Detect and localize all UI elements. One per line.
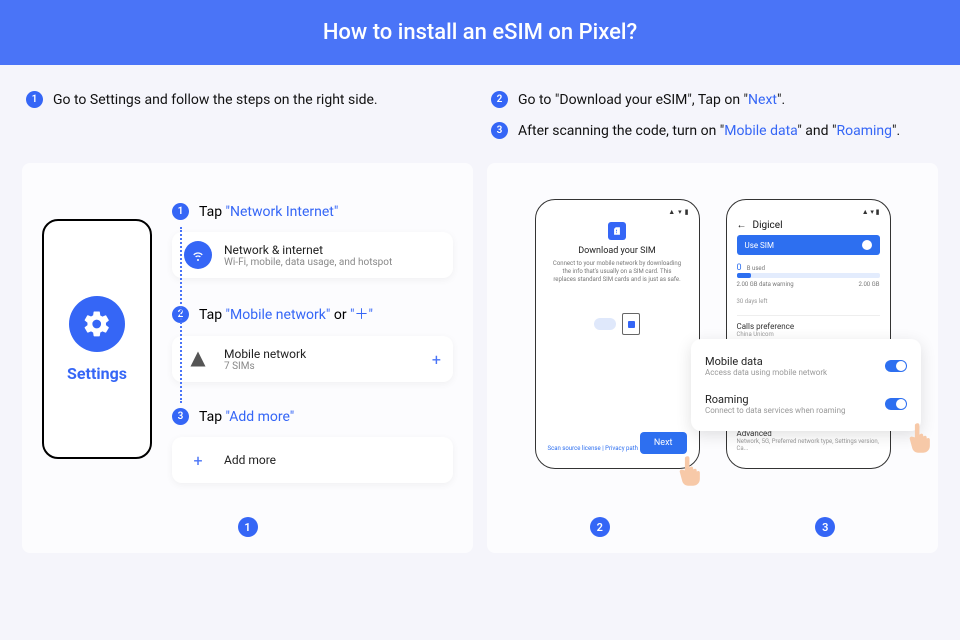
step1-badge: 1 — [172, 203, 189, 220]
step-badge-2: 2 — [491, 91, 508, 108]
status-right: ▲ ▾ ▮ — [862, 208, 880, 216]
panels-row: Settings 1 Tap "Network Internet" — [0, 153, 960, 553]
plus-icon[interactable]: + — [432, 350, 441, 369]
add-icon: + — [184, 446, 212, 474]
step1-text: Tap "Network Internet" — [199, 204, 338, 220]
mobile-network-card[interactable]: Mobile network 7 SIMs + — [172, 336, 453, 382]
panel-right-content: ▲ ▾ ▮ Download your SIM Connect to your … — [507, 199, 918, 469]
right-footer-badges: 2 3 — [487, 517, 938, 537]
carrier-name: Digicel — [753, 220, 783, 231]
use-sim-row[interactable]: Use SIM — [737, 235, 880, 255]
mobile-data-toggle[interactable] — [885, 360, 907, 372]
card3-title: Add more — [224, 453, 276, 467]
hand-pointer-icon-2 — [905, 421, 935, 455]
instructions-row: 1 Go to Settings and follow the steps on… — [0, 65, 960, 153]
signal-icon — [184, 345, 212, 373]
wifi-icon — [184, 241, 212, 269]
mobile-data-row[interactable]: Mobile data Access data using mobile net… — [705, 349, 907, 383]
battery-mini-icon: ▮ — [685, 208, 689, 216]
roaming-link: Roaming — [836, 123, 892, 139]
sim-icon — [608, 222, 626, 240]
instructions-right: 2 Go to "Download your eSIM", Tap on "Ne… — [491, 77, 934, 153]
step-badge-3: 3 — [491, 122, 508, 139]
cloud-icon — [594, 318, 616, 330]
step3-badge: 3 — [172, 408, 189, 425]
panel-left: Settings 1 Tap "Network Internet" — [22, 163, 473, 553]
roaming-sub: Connect to data services when roaming — [705, 406, 846, 415]
qr-illustration — [546, 313, 689, 335]
instr3-mid: " and " — [797, 123, 836, 139]
instr3-suffix: ". — [892, 123, 900, 139]
instruction-2-text: Go to "Download your eSIM", Tap on "Next… — [518, 92, 785, 108]
usage-bar — [737, 273, 880, 278]
gear-icon — [69, 296, 125, 352]
use-sim-toggle-icon — [862, 240, 872, 250]
footer-badge-2: 2 — [590, 517, 610, 537]
network-internet-card[interactable]: Network & internet Wi-Fi, mobile, data u… — [172, 232, 453, 278]
use-sim-label: Use SIM — [745, 241, 774, 250]
add-more-card[interactable]: + Add more — [172, 437, 453, 483]
panel-left-content: Settings 1 Tap "Network Internet" — [42, 183, 453, 483]
step2-title: 2 Tap "Mobile network" or "＋" — [172, 304, 453, 324]
download-sim-desc: Connect to your mobile network by downlo… — [546, 260, 689, 283]
network-internet-text: Network & internet Wi-Fi, mobile, data u… — [224, 243, 392, 268]
signal-mini-icon: ▲ — [668, 208, 675, 216]
footer-badge-3: 3 — [815, 517, 835, 537]
download-sim-title: Download your SIM — [546, 246, 689, 256]
days-left: 30 days left — [737, 298, 880, 305]
card1-title: Network & internet — [224, 243, 392, 257]
instructions-left: 1 Go to Settings and follow the steps on… — [26, 77, 469, 153]
left-footer-badges: 1 — [22, 517, 473, 537]
roaming-row[interactable]: Roaming Connect to data services when ro… — [705, 387, 907, 421]
mobile-network-left: Mobile network 7 SIMs — [184, 345, 306, 373]
instr3-prefix: After scanning the code, turn on " — [518, 123, 724, 139]
mobile-data-text: Mobile data Access data using mobile net… — [705, 355, 827, 377]
banner-title: How to install an eSIM on Pixel? — [323, 20, 637, 45]
mobile-data-title: Mobile data — [705, 355, 827, 368]
mobile-data-link: Mobile data — [724, 123, 797, 139]
page-banner: How to install an eSIM on Pixel? — [0, 0, 960, 65]
footer-badge-1: 1 — [238, 517, 258, 537]
card2-sub: 7 SIMs — [224, 361, 306, 372]
settings-phone: Settings — [42, 219, 152, 459]
next-link: Next — [748, 92, 777, 108]
step-badge-1: 1 — [26, 91, 43, 108]
instruction-3: 3 After scanning the code, turn on "Mobi… — [491, 122, 934, 139]
hand-pointer-icon — [675, 454, 705, 488]
step3-text: Tap "Add more" — [199, 409, 294, 425]
mobile-network-text: Mobile network 7 SIMs — [224, 347, 306, 372]
steps-column: 1 Tap "Network Internet" Network & inter… — [172, 183, 453, 483]
data-used: 0 B used — [737, 263, 880, 273]
wifi-mini-icon: ▾ — [678, 208, 682, 216]
instruction-1: 1 Go to Settings and follow the steps on… — [26, 91, 469, 108]
roaming-title: Roaming — [705, 393, 846, 406]
instruction-2: 2 Go to "Download your eSIM", Tap on "Ne… — [491, 91, 934, 108]
status-bar-1: ▲ ▾ ▮ — [546, 208, 689, 216]
instruction-3-text: After scanning the code, turn on "Mobile… — [518, 123, 900, 139]
next-button[interactable]: Next — [640, 432, 687, 454]
step3-title: 3 Tap "Add more" — [172, 408, 453, 425]
mobile-data-sub: Access data using mobile network — [705, 368, 827, 377]
status-bar-2: ▲ ▾ ▮ — [737, 208, 880, 216]
usage-labels: 2.00 GB data warning 2.00 GB — [737, 281, 880, 288]
step2-text: Tap "Mobile network" or "＋" — [199, 304, 373, 324]
instruction-1-text: Go to Settings and follow the steps on t… — [53, 92, 378, 108]
dotted-connector — [180, 227, 182, 403]
roaming-toggle[interactable] — [885, 398, 907, 410]
settings-label: Settings — [67, 364, 127, 383]
instr2-prefix: Go to "Download your eSIM", Tap on " — [518, 92, 748, 108]
roaming-text: Roaming Connect to data services when ro… — [705, 393, 846, 415]
tiny-links: Scan source license | Privacy path — [548, 445, 638, 452]
panel-right: ▲ ▾ ▮ Download your SIM Connect to your … — [487, 163, 938, 553]
step1-title: 1 Tap "Network Internet" — [172, 203, 453, 220]
instr2-suffix: ". — [777, 92, 785, 108]
carrier-title-row: ← Digicel — [737, 220, 880, 231]
toggles-overlay: Mobile data Access data using mobile net… — [691, 339, 921, 431]
sim-card-icon — [622, 313, 640, 335]
back-arrow-icon[interactable]: ← — [737, 220, 747, 231]
download-sim-phone: ▲ ▾ ▮ Download your SIM Connect to your … — [535, 199, 700, 469]
card1-sub: Wi-Fi, mobile, data usage, and hotspot — [224, 257, 392, 268]
card2-title: Mobile network — [224, 347, 306, 361]
